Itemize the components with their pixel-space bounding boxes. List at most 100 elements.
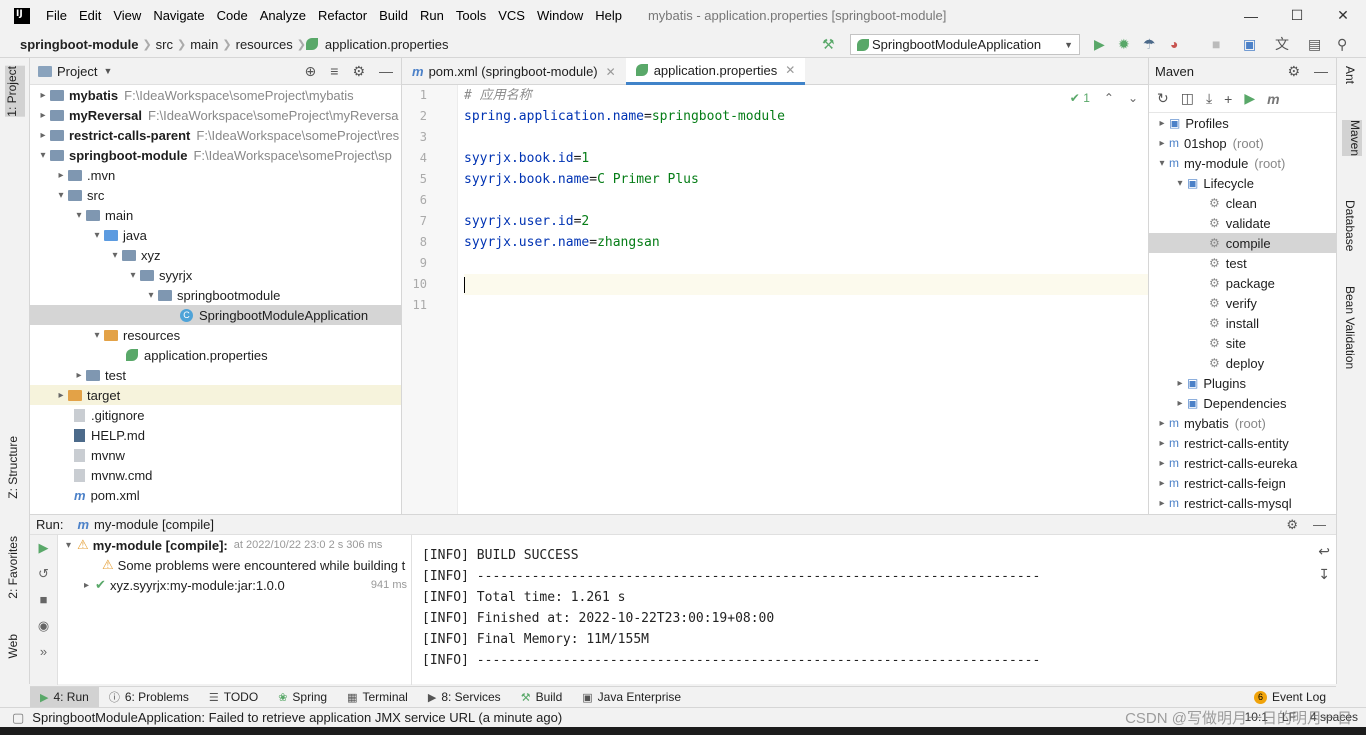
menu-analyze[interactable]: Analyze bbox=[254, 8, 312, 23]
menu-run[interactable]: Run bbox=[414, 8, 450, 23]
chevron-right-icon[interactable]: ▸ bbox=[1173, 398, 1187, 409]
maven-goal-validate[interactable]: ⚙ validate bbox=[1149, 213, 1336, 233]
locate-icon[interactable]: ⊕ bbox=[305, 63, 317, 80]
tree-item-springbootmodule[interactable]: ▾ springbootmodule bbox=[30, 285, 401, 305]
chevron-right-icon[interactable]: ▸ bbox=[1155, 458, 1169, 469]
chevron-right-icon[interactable]: ▸ bbox=[54, 170, 68, 181]
tab-ant[interactable]: Ant bbox=[1343, 66, 1357, 84]
close-icon[interactable]: ✕ bbox=[1320, 0, 1366, 31]
code-line[interactable] bbox=[464, 253, 1148, 274]
tree-item-mybatis[interactable]: ▸ mybatis F:\IdeaWorkspace\someProject\my… bbox=[30, 85, 401, 105]
tree-item-myreversal[interactable]: ▸ myReversal F:\IdeaWorkspace\someProject… bbox=[30, 105, 401, 125]
status-message[interactable]: SpringbootModuleApplication: Failed to r… bbox=[32, 710, 562, 725]
debug-icon[interactable]: ✹ bbox=[1118, 37, 1130, 51]
maven-goal-compile[interactable]: ⚙ compile bbox=[1149, 233, 1336, 253]
chevron-right-icon[interactable]: ▸ bbox=[36, 110, 50, 121]
chevron-right-icon[interactable]: ▸ bbox=[36, 130, 50, 141]
maven-goal-icon[interactable]: m bbox=[1267, 91, 1279, 107]
tab-build[interactable]: ⚒ Build bbox=[511, 690, 573, 704]
maven-item-restrict-calls-eureka[interactable]: ▸ m restrict-calls-eureka bbox=[1149, 453, 1336, 473]
maven-goal-deploy[interactable]: ⚙ deploy bbox=[1149, 353, 1336, 373]
tab-spring[interactable]: ❀ Spring bbox=[268, 690, 337, 704]
tree-item-springbootmoduleapplication[interactable]: C SpringbootModuleApplication bbox=[30, 305, 401, 325]
code-line[interactable] bbox=[464, 295, 1148, 316]
maven-item-plugins[interactable]: ▸ ▣ Plugins bbox=[1149, 373, 1336, 393]
run-icon[interactable]: ▶ bbox=[1244, 90, 1255, 107]
profile-icon[interactable]: ◕ bbox=[1170, 37, 1178, 51]
hide-icon[interactable]: — bbox=[1313, 517, 1326, 532]
maven-item-mybatis[interactable]: ▸ m mybatis (root) bbox=[1149, 413, 1336, 433]
chevron-right-icon[interactable]: ▸ bbox=[36, 90, 50, 101]
menu-help[interactable]: Help bbox=[589, 8, 628, 23]
menu-file[interactable]: File bbox=[40, 8, 73, 23]
tree-item-mvnw-cmd[interactable]: mvnw.cmd bbox=[30, 465, 401, 485]
toggle-tool-windows-icon[interactable]: ▢ bbox=[12, 710, 24, 726]
breadcrumb-main[interactable]: main bbox=[186, 37, 222, 52]
tree-item-help-md[interactable]: HELP.md bbox=[30, 425, 401, 445]
code-line[interactable] bbox=[464, 190, 1148, 211]
minimize-icon[interactable]: — bbox=[1228, 0, 1274, 31]
tab-project[interactable]: 1: Project bbox=[5, 66, 25, 117]
code-line-current[interactable] bbox=[464, 274, 1148, 295]
event-log-button[interactable]: 6 Event Log bbox=[1253, 690, 1326, 704]
tree-item-pom-xml[interactable]: m pom.xml bbox=[30, 485, 401, 505]
tree-item-main[interactable]: ▾ main bbox=[30, 205, 401, 225]
chevron-down-icon[interactable]: ▾ bbox=[36, 150, 50, 161]
maven-goal-clean[interactable]: ⚙ clean bbox=[1149, 193, 1336, 213]
tree-item-application-properties[interactable]: application.properties bbox=[30, 345, 401, 365]
tab-structure[interactable]: Z: Structure bbox=[6, 436, 20, 499]
run-configuration-select[interactable]: SpringbootModuleApplication ▼ bbox=[850, 34, 1080, 55]
tree-item-springboot-module[interactable]: ▾ springboot-module F:\IdeaWorkspace\some… bbox=[30, 145, 401, 165]
tree-item-mvn[interactable]: ▸ .mvn bbox=[30, 165, 401, 185]
hide-icon[interactable]: — bbox=[379, 63, 393, 80]
maven-item-01shop[interactable]: ▸ m 01shop (root) bbox=[1149, 133, 1336, 153]
breadcrumb-file[interactable]: application.properties bbox=[321, 37, 453, 52]
code-line[interactable] bbox=[464, 127, 1148, 148]
code-line[interactable]: syyrjx.book.id=1 bbox=[464, 148, 1148, 169]
menu-edit[interactable]: Edit bbox=[73, 8, 107, 23]
menu-refactor[interactable]: Refactor bbox=[312, 8, 373, 23]
console-output[interactable]: [INFO] BUILD SUCCESS [INFO] ------------… bbox=[422, 545, 1302, 671]
maven-item-restrict-calls-feign[interactable]: ▸ m restrict-calls-feign bbox=[1149, 473, 1336, 493]
project-panel-title[interactable]: Project bbox=[57, 64, 97, 79]
run-tree-warning[interactable]: ⚠ Some problems were encountered while b… bbox=[58, 555, 411, 575]
stop-icon[interactable]: ■ bbox=[30, 587, 57, 613]
tab-terminal[interactable]: ▦ Terminal bbox=[337, 690, 418, 704]
tab-run[interactable]: ▶ 4: Run bbox=[30, 686, 99, 708]
run-tree-artifact[interactable]: ▸ ✔ xyz.syyrjx:my-module:jar:1.0.0 941 m… bbox=[58, 575, 411, 595]
chevron-right-icon[interactable]: ▸ bbox=[1155, 498, 1169, 509]
gear-icon[interactable]: ⚙ bbox=[352, 63, 365, 80]
breadcrumb-src[interactable]: src bbox=[152, 37, 177, 52]
chevron-down-icon[interactable]: ▾ bbox=[66, 540, 71, 551]
show-icon[interactable]: ◉ bbox=[30, 613, 57, 639]
chevron-right-icon[interactable]: ▸ bbox=[1155, 478, 1169, 489]
maven-goal-test[interactable]: ⚙ test bbox=[1149, 253, 1336, 273]
download-icon[interactable]: ⤓ bbox=[1206, 90, 1212, 107]
code-area[interactable]: # 应用名称 spring.application.name=springboo… bbox=[464, 85, 1148, 316]
build-hammer-icon[interactable]: ⚒ bbox=[822, 37, 835, 51]
tab-maven[interactable]: Maven bbox=[1342, 120, 1362, 157]
layout-icon[interactable]: ▤ bbox=[1308, 37, 1321, 51]
maven-item-lifecycle[interactable]: ▾ ▣ Lifecycle bbox=[1149, 173, 1336, 193]
generate-sources-icon[interactable]: ◫ bbox=[1181, 90, 1194, 107]
gear-icon[interactable]: ⚙ bbox=[1286, 517, 1298, 533]
tab-bean-validation[interactable]: Bean Validation bbox=[1343, 286, 1357, 369]
tree-item-gitignore[interactable]: .gitignore bbox=[30, 405, 401, 425]
code-line[interactable]: # 应用名称 bbox=[464, 85, 1148, 106]
tree-item-syyrjx[interactable]: ▾ syyrjx bbox=[30, 265, 401, 285]
gear-icon[interactable]: ⚙ bbox=[1287, 63, 1300, 80]
tab-services[interactable]: ▶ 8: Services bbox=[418, 690, 511, 704]
chevron-right-icon[interactable]: ▸ bbox=[1155, 138, 1169, 149]
maven-goal-verify[interactable]: ⚙ verify bbox=[1149, 293, 1336, 313]
menu-code[interactable]: Code bbox=[211, 8, 254, 23]
chevron-right-icon[interactable]: ▸ bbox=[84, 580, 89, 591]
close-icon[interactable]: ✕ bbox=[785, 63, 795, 77]
run-config-tab[interactable]: my-module [compile] bbox=[94, 517, 214, 532]
maven-goal-install[interactable]: ⚙ install bbox=[1149, 313, 1336, 333]
menu-window[interactable]: Window bbox=[531, 8, 589, 23]
chevron-right-icon[interactable]: ▸ bbox=[1155, 418, 1169, 429]
run-tree-root[interactable]: ▾ ⚠ my-module [compile]: at 2022/10/22 2… bbox=[58, 535, 411, 555]
code-line[interactable]: syyrjx.book.name=C Primer Plus bbox=[464, 169, 1148, 190]
coverage-icon[interactable]: ☂ bbox=[1143, 37, 1156, 51]
chevron-down-icon[interactable]: ▾ bbox=[90, 230, 104, 241]
